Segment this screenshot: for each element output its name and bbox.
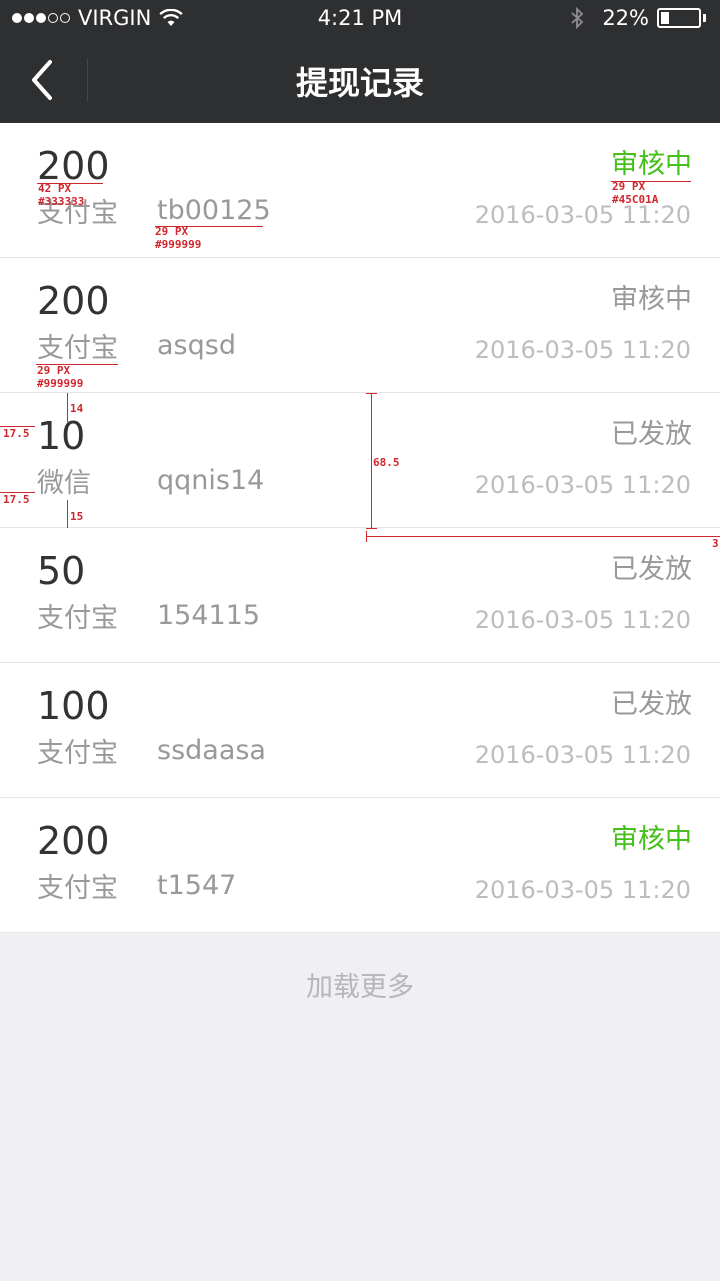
record-row[interactable]: 200 支付宝 asqsd 审核中 2016-03-05 11:20 — [0, 258, 720, 393]
record-time: 2016-03-05 11:20 — [474, 876, 691, 904]
annotation-label: 29 PX — [155, 225, 189, 238]
annotation-label: 42 PX — [38, 182, 72, 195]
annotation-line — [366, 393, 377, 394]
record-channel: 支付宝 — [37, 333, 118, 364]
load-more-button[interactable]: 加载更多 — [0, 965, 720, 1004]
annotation-label: 15 — [70, 510, 84, 523]
annotation-line — [67, 393, 68, 422]
battery-percent: 22% — [602, 6, 649, 30]
record-amount: 10 — [37, 414, 86, 458]
record-time: 2016-03-05 11:20 — [474, 201, 691, 229]
annotation-label: #999999 — [155, 238, 202, 251]
bluetooth-icon — [571, 7, 584, 29]
annotation-label: #45C01A — [612, 193, 659, 206]
record-time: 2016-03-05 11:20 — [474, 606, 691, 634]
annotation-line — [371, 393, 372, 529]
record-status: 已发放 — [611, 419, 692, 450]
record-status: 审核中 — [611, 149, 692, 180]
record-time: 2016-03-05 11:20 — [474, 336, 691, 364]
record-amount: 50 — [37, 549, 86, 593]
record-row[interactable]: 100 支付宝 ssdaasa 已发放 2016-03-05 11:20 — [0, 663, 720, 798]
record-account: ssdaasa — [157, 735, 266, 766]
record-amount: 200 — [37, 279, 110, 323]
record-row[interactable]: 10 微信 qqnis14 已发放 2016-03-05 11:20 — [0, 393, 720, 528]
record-account: t1547 — [157, 870, 237, 901]
page-title: 提现记录 — [295, 64, 424, 102]
record-status: 审核中 — [611, 824, 692, 855]
nav-bar: 提现记录 — [0, 38, 720, 123]
annotation-line — [366, 528, 377, 529]
record-amount: 100 — [37, 684, 110, 728]
record-channel: 支付宝 — [37, 603, 118, 634]
record-status: 已发放 — [611, 689, 692, 720]
annotation-label: 17.5 — [3, 493, 30, 506]
record-row[interactable]: 50 支付宝 154115 已发放 2016-03-05 11:20 — [0, 528, 720, 663]
record-time: 2016-03-05 11:20 — [474, 471, 691, 499]
record-channel: 支付宝 — [37, 873, 118, 904]
annotation-line — [67, 500, 68, 528]
status-bar: VIRGIN 4:21 PM 22% — [0, 0, 720, 38]
annotation-label: 29 PX — [37, 364, 71, 377]
record-amount: 200 — [37, 819, 110, 863]
status-right: 22% — [570, 6, 706, 30]
record-time: 2016-03-05 11:20 — [474, 741, 691, 769]
annotation-label: 29 PX — [612, 180, 646, 193]
annotation-line — [366, 531, 367, 542]
record-status: 审核中 — [611, 284, 692, 315]
annotation-label: 68.5 — [373, 456, 400, 469]
annotation-label: #999999 — [37, 377, 84, 390]
record-row[interactable]: 200 支付宝 t1547 审核中 2016-03-05 11:20 — [0, 798, 720, 933]
battery-icon — [657, 8, 701, 28]
record-account: asqsd — [157, 330, 236, 361]
annotation-label: 3 — [712, 537, 719, 550]
record-channel: 微信 — [37, 468, 91, 499]
record-status: 已发放 — [611, 554, 692, 585]
annotation-label: 14 — [70, 402, 84, 415]
withdrawal-record-list: 200 支付宝 tb00125 审核中 2016-03-05 11:20 200… — [0, 123, 720, 933]
annotation-label: #333333 — [38, 195, 85, 208]
top-bar: VIRGIN 4:21 PM 22% 提现记录 — [0, 0, 720, 123]
battery-tip — [703, 14, 706, 22]
record-account: qqnis14 — [157, 465, 265, 496]
annotation-line — [366, 536, 720, 537]
record-account: 154115 — [157, 600, 261, 631]
record-channel: 支付宝 — [37, 738, 118, 769]
annotation-label: 17.5 — [3, 427, 30, 440]
record-account: tb00125 — [157, 195, 271, 226]
